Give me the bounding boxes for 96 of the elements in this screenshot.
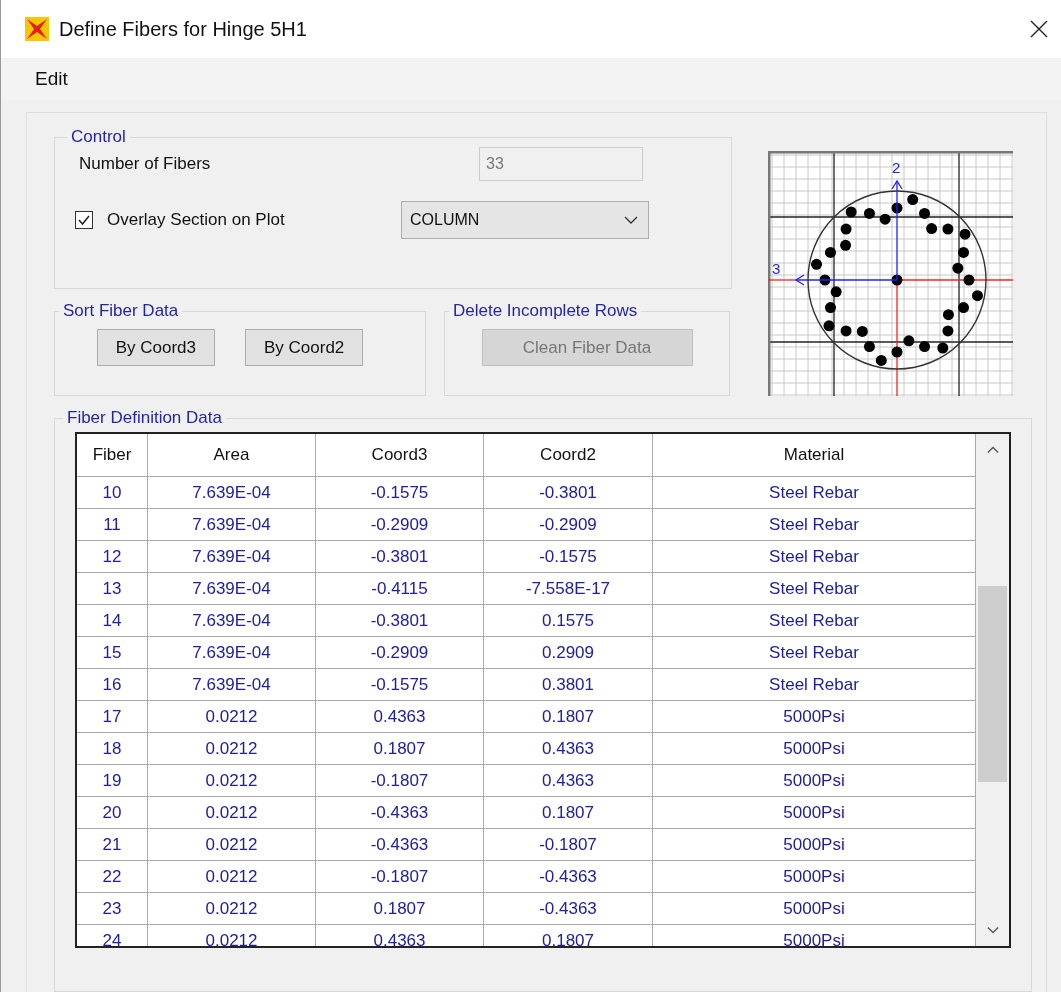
table-cell: -0.4115 <box>315 572 484 605</box>
table-cell: 0.0212 <box>147 732 316 765</box>
table-cell: -0.2909 <box>315 508 484 541</box>
column-header[interactable]: Coord2 <box>483 434 653 477</box>
app-logo-icon <box>25 17 49 41</box>
table-cell: 0.0212 <box>147 700 316 733</box>
table-cell: 7.639E-04 <box>147 668 316 701</box>
close-icon[interactable] <box>1029 19 1049 39</box>
table-cell: 0.0212 <box>147 828 316 861</box>
table-cell: Steel Rebar <box>652 476 976 509</box>
table-cell: 5000Psi <box>652 796 976 829</box>
table-cell: 19 <box>77 764 148 797</box>
table-cell: 0.1807 <box>315 732 484 765</box>
table-cell: -7.558E-17 <box>483 572 653 605</box>
checkbox[interactable] <box>75 211 93 229</box>
table-cell: 7.639E-04 <box>147 572 316 605</box>
table-cell: -0.4363 <box>315 796 484 829</box>
table-cell: 5000Psi <box>652 828 976 861</box>
table-cell: 10 <box>77 476 148 509</box>
table-cell: -0.2909 <box>483 508 653 541</box>
table-cell: 11 <box>77 508 148 541</box>
column-header[interactable]: Area <box>147 434 316 477</box>
table-cell: 22 <box>77 860 148 893</box>
window-title: Define Fibers for Hinge 5H1 <box>59 17 308 41</box>
table-cell: Steel Rebar <box>652 668 976 701</box>
table-cell: 14 <box>77 604 148 637</box>
table-cell: 0.4363 <box>483 764 653 797</box>
group-title: Delete Incomplete Rows <box>452 301 639 321</box>
table-cell: 0.0212 <box>147 860 316 893</box>
menu-item[interactable]: Edit <box>35 68 68 90</box>
table-cell: 0.4363 <box>483 732 653 765</box>
table-cell: 0.2909 <box>483 636 653 669</box>
group-title: Control <box>70 127 127 147</box>
section-dropdown[interactable]: COLUMN <box>401 201 649 239</box>
table-cell: 0.0212 <box>147 796 316 829</box>
table-cell: 21 <box>77 828 148 861</box>
table-cell: 5000Psi <box>652 700 976 733</box>
table-cell: 0.0212 <box>147 892 316 925</box>
table-cell: -0.1807 <box>315 860 484 893</box>
table-cell: 0.1807 <box>315 892 484 925</box>
table-cell: -0.4363 <box>483 892 653 925</box>
table-cell: 13 <box>77 572 148 605</box>
table-cell: 0.1575 <box>483 604 653 637</box>
table-cell: -0.3801 <box>315 604 484 637</box>
table-cell: 7.639E-04 <box>147 476 316 509</box>
table-cell: Steel Rebar <box>652 636 976 669</box>
scrollbar-thumb[interactable] <box>978 586 1007 782</box>
table-cell: 5000Psi <box>652 860 976 893</box>
table-cell: -0.1575 <box>483 540 653 573</box>
table-cell: 0.1807 <box>483 700 653 733</box>
axis-label: 3 <box>772 260 781 277</box>
group-title: Sort Fiber Data <box>62 301 180 321</box>
axis-label: 2 <box>892 159 901 176</box>
table-cell: -0.3801 <box>315 540 484 573</box>
table-cell: -0.1807 <box>315 764 484 797</box>
field-label: Number of Fibers <box>79 154 211 174</box>
table-cell: 0.3801 <box>483 668 653 701</box>
chevron-down-icon <box>624 216 638 224</box>
table-cell: 5000Psi <box>652 764 976 797</box>
action-button[interactable]: By Coord2 <box>245 329 364 366</box>
table-cell: 7.639E-04 <box>147 540 316 573</box>
table-cell: 7.639E-04 <box>147 636 316 669</box>
table-cell: -0.4363 <box>315 828 484 861</box>
table-cell: 5000Psi <box>652 892 976 925</box>
table-cell: -0.4363 <box>483 860 653 893</box>
column-header[interactable]: Fiber <box>77 434 148 477</box>
table-cell: 12 <box>77 540 148 573</box>
table-cell: 20 <box>77 796 148 829</box>
table-cell: -0.1575 <box>315 668 484 701</box>
table-cell: -0.1807 <box>483 828 653 861</box>
table-cell: Steel Rebar <box>652 604 976 637</box>
table-cell: 18 <box>77 732 148 765</box>
table-cell: -0.3801 <box>483 476 653 509</box>
table-cell: 7.639E-04 <box>147 508 316 541</box>
table-cell: 0.0212 <box>147 764 316 797</box>
action-button[interactable]: By Coord3 <box>96 329 215 366</box>
table-cell: Steel Rebar <box>652 540 976 573</box>
chevron-up-icon[interactable] <box>986 446 999 454</box>
checkbox-label: Overlay Section on Plot <box>107 210 285 230</box>
table-cell: Steel Rebar <box>652 572 976 605</box>
column-header[interactable]: Coord3 <box>315 434 484 477</box>
table-cell: 0.1807 <box>483 796 653 829</box>
table-cell: -0.1575 <box>315 476 484 509</box>
table-cell: 17 <box>77 700 148 733</box>
table-cell: 7.639E-04 <box>147 604 316 637</box>
group-title: Fiber Definition Data <box>66 408 223 428</box>
chevron-down-icon[interactable] <box>986 926 999 934</box>
scrollbar[interactable] <box>976 434 1009 946</box>
table-cell: 23 <box>77 892 148 925</box>
column-header[interactable]: Material <box>652 434 976 477</box>
table-cell: 5000Psi <box>652 732 976 765</box>
table-cell: Steel Rebar <box>652 508 976 541</box>
table-cell: 16 <box>77 668 148 701</box>
table-cell: 15 <box>77 636 148 669</box>
table-cell: -0.2909 <box>315 636 484 669</box>
table-cell: 0.4363 <box>315 700 484 733</box>
